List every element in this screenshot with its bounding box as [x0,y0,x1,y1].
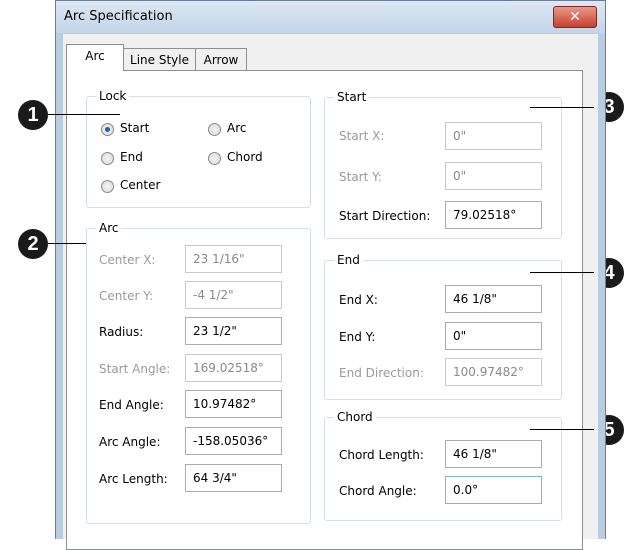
chord-length-field[interactable]: 46 1/8" [445,440,542,468]
end-y-field[interactable]: 0" [445,322,542,350]
end-direction-label: End Direction: [339,366,424,380]
arc-length-label: Arc Length: [99,472,168,486]
lock-end-label[interactable]: End [120,150,143,164]
lock-start-radio[interactable] [101,123,114,136]
lock-arc-label[interactable]: Arc [227,121,246,135]
end-x-field[interactable]: 46 1/8" [445,285,542,313]
end-x-label: End X: [339,293,378,307]
end-direction-field[interactable]: 100.97482° [445,358,542,386]
end-group: End End X: 46 1/8" End Y: 0" End Directi… [324,253,562,400]
close-icon: ✕ [569,9,581,25]
chord-angle-label: Chord Angle: [339,484,417,498]
lock-arc-radio[interactable] [208,123,221,136]
center-y-label: Center Y: [99,289,153,303]
end-group-title: End [334,253,363,267]
start-group: Start Start X: 0" Start Y: 0" Start Dire… [324,90,562,239]
lock-center-label[interactable]: Center [120,178,160,192]
tab-arc[interactable]: Arc [66,44,124,71]
dialog-title: Arc Specification [64,9,173,24]
center-y-field[interactable]: -4 1/2" [185,281,282,309]
start-x-label: Start X: [339,129,385,143]
chord-group-title: Chord [334,410,376,424]
callout-3-leader [530,107,594,108]
start-group-title: Start [334,90,370,104]
start-direction-label: Start Direction: [339,209,431,223]
end-angle-field[interactable]: 10.97482° [185,390,282,418]
chord-angle-field[interactable]: 0.0° [445,476,542,504]
close-button[interactable]: ✕ [553,6,597,28]
lock-start-label[interactable]: Start [120,121,149,135]
callout-1-leader [48,114,120,115]
lock-chord-label[interactable]: Chord [227,150,263,164]
arc-length-field[interactable]: 64 3/4" [185,464,282,492]
center-x-field[interactable]: 23 1/16" [185,245,282,273]
lock-center-radio[interactable] [101,180,114,193]
lock-group-title: Lock [96,89,130,103]
center-x-label: Center X: [99,253,156,267]
callout-4-leader [530,272,594,273]
start-angle-field[interactable]: 169.02518° [185,354,282,382]
tab-panel-arc: Lock Start Arc End Chord Center Arc Cent… [66,70,583,550]
start-angle-label: Start Angle: [99,362,171,376]
lock-end-radio[interactable] [101,152,114,165]
title-bar[interactable]: Arc Specification ✕ [56,1,605,33]
radius-field[interactable]: 23 1/2" [185,317,282,345]
start-y-label: Start Y: [339,170,382,184]
tab-line-style[interactable]: Line Style [123,48,196,70]
arc-group-title: Arc [96,221,122,235]
start-y-field[interactable]: 0" [445,162,542,190]
callout-2-leader [48,243,86,244]
dialog-client: Arc Line Style Arrow Lock Start Arc End … [63,34,598,550]
arc-angle-field[interactable]: -158.05036° [185,427,282,455]
chord-length-label: Chord Length: [339,448,424,462]
start-x-field[interactable]: 0" [445,122,542,150]
tab-arrow[interactable]: Arrow [195,48,247,70]
arc-group: Arc Center X: 23 1/16" Center Y: -4 1/2"… [86,221,311,524]
radius-label: Radius: [99,325,144,339]
callout-2: 2 [18,229,48,259]
chord-group: Chord Chord Length: 46 1/8" Chord Angle:… [324,410,562,521]
arc-specification-dialog: Arc Specification ✕ Arc Line Style Arrow… [55,0,606,550]
lock-chord-radio[interactable] [208,152,221,165]
callout-5-leader [530,429,594,430]
start-direction-field[interactable]: 79.02518° [445,201,542,229]
callout-1: 1 [18,100,48,130]
lock-group: Lock Start Arc End Chord Center [86,89,311,208]
arc-angle-label: Arc Angle: [99,435,161,449]
end-angle-label: End Angle: [99,398,164,412]
end-y-label: End Y: [339,330,376,344]
